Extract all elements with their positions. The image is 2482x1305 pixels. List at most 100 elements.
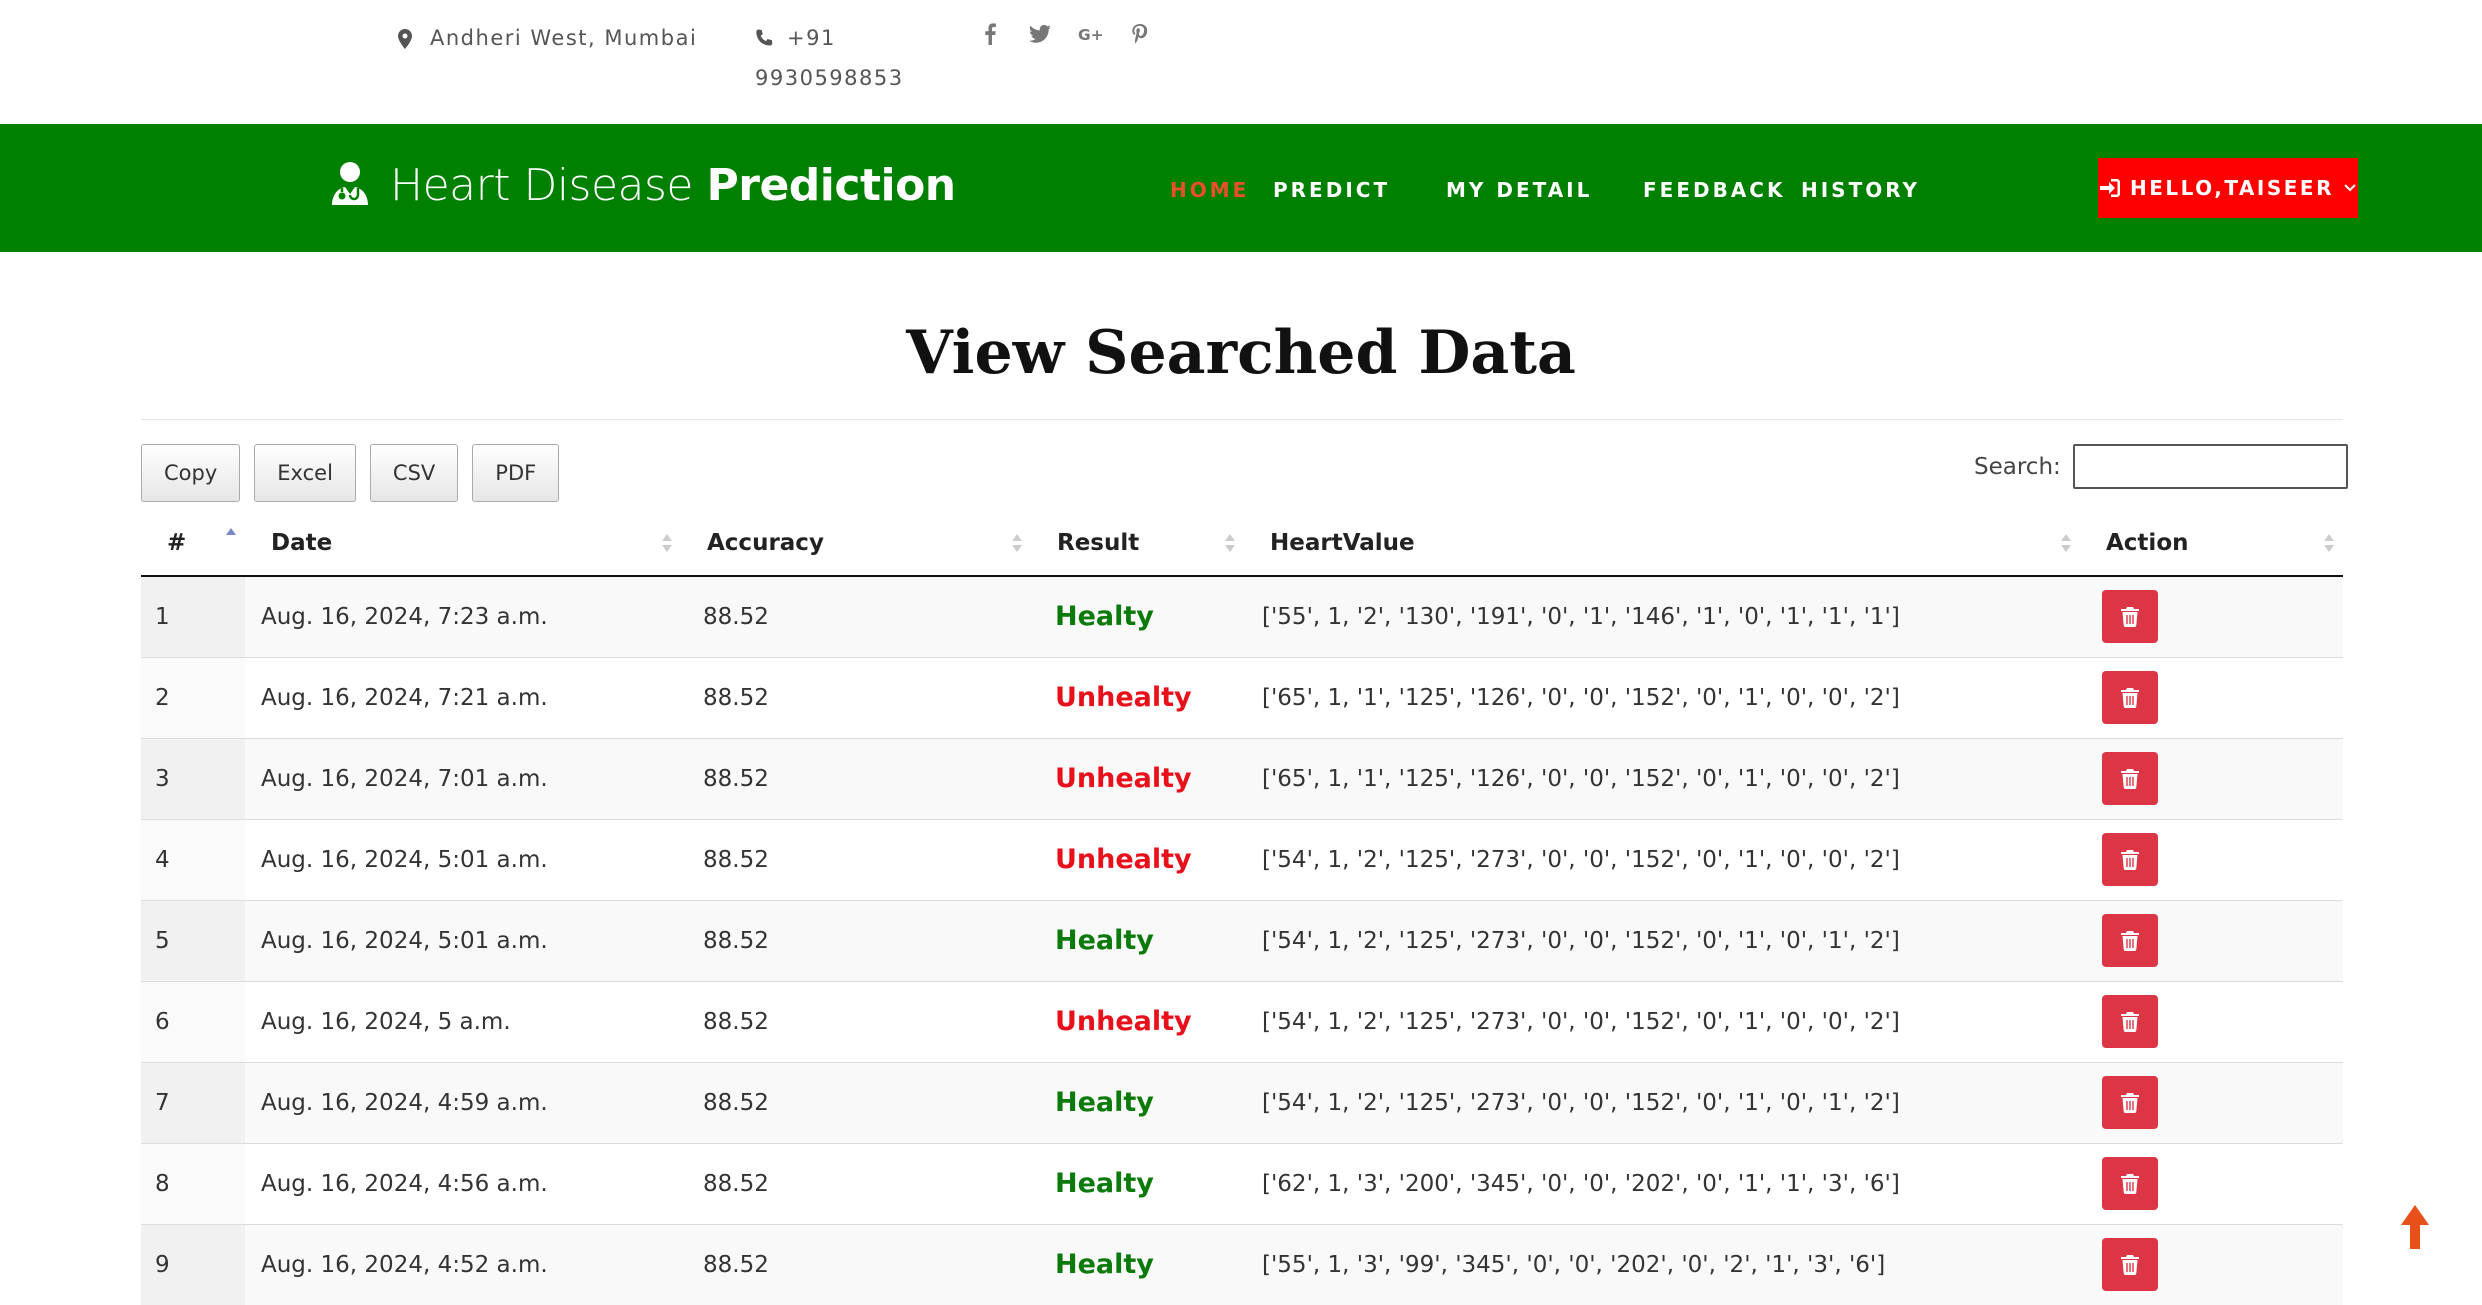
location-info: Andheri West, Mumbai	[398, 26, 697, 51]
nav-link-feedback[interactable]: FEEDBACK	[1643, 178, 1786, 202]
brand-logo[interactable]: Heart Disease Prediction	[330, 160, 956, 211]
page-title: View Searched Data	[906, 318, 1576, 388]
sort-both-icon	[2324, 534, 2334, 552]
column-header-action[interactable]: Action	[2080, 510, 2343, 577]
scroll-to-top-button[interactable]	[2398, 1203, 2432, 1251]
delete-button[interactable]	[2102, 590, 2158, 644]
column-header-label: HeartValue	[1270, 529, 1415, 556]
delete-button[interactable]	[2102, 833, 2158, 886]
export-buttons: Copy Excel CSV PDF	[141, 444, 560, 502]
row-date: Aug. 16, 2024, 5:01 a.m.	[245, 900, 681, 982]
trash-icon	[2121, 1254, 2139, 1275]
delete-button[interactable]	[2102, 995, 2158, 1048]
table-row: 8 Aug. 16, 2024, 4:56 a.m. 88.52 Healty ['62…	[141, 1143, 2343, 1225]
table-row: 1 Aug. 16, 2024, 7:23 a.m. 88.52 Healty ['55…	[141, 576, 2343, 658]
row-heartvalue: ['62', 1, '3', '200', '345', '0', '0', '…	[1244, 1143, 2080, 1225]
trash-icon	[2121, 768, 2139, 789]
result-badge: Healty	[1055, 1249, 1154, 1280]
column-header-accuracy[interactable]: Accuracy	[681, 510, 1031, 577]
row-accuracy: 88.52	[681, 1062, 1031, 1144]
delete-button[interactable]	[2102, 1238, 2158, 1291]
table-row: 6 Aug. 16, 2024, 5 a.m. 88.52 Unhealty ['54'…	[141, 981, 2343, 1063]
row-date: Aug. 16, 2024, 7:01 a.m.	[245, 738, 681, 820]
column-header-label: #	[167, 529, 187, 556]
result-badge: Healty	[1055, 1087, 1154, 1118]
delete-button[interactable]	[2102, 752, 2158, 805]
row-heartvalue: ['65', 1, '1', '125', '126', '0', '0', '…	[1244, 738, 2080, 820]
row-date: Aug. 16, 2024, 7:23 a.m.	[245, 576, 681, 658]
row-accuracy: 88.52	[681, 657, 1031, 739]
delete-button[interactable]	[2102, 1076, 2158, 1129]
search-input[interactable]	[2072, 444, 2348, 489]
nav-link-my-detail[interactable]: MY DETAIL	[1446, 178, 1592, 202]
copy-button[interactable]: Copy	[141, 444, 241, 502]
result-badge: Healty	[1055, 925, 1154, 956]
user-menu-button[interactable]: HELLO,TAISEER	[2098, 158, 2358, 218]
twitter-icon[interactable]	[1028, 22, 1052, 46]
column-header-date[interactable]: Date	[245, 510, 681, 577]
row-accuracy: 88.52	[681, 900, 1031, 982]
result-badge: Unhealty	[1055, 682, 1192, 713]
row-action	[2080, 738, 2343, 820]
nav-link-predict[interactable]: PREDICT	[1273, 178, 1390, 202]
svg-text:G+: G+	[1078, 26, 1102, 43]
row-result: Healty	[1031, 576, 1244, 658]
searched-data-table: # Date Accuracy Result HeartValue Action…	[141, 510, 2343, 1305]
trash-icon	[2121, 930, 2139, 951]
row-action	[2080, 1224, 2343, 1305]
nav-link-home[interactable]: HOME	[1170, 178, 1249, 202]
row-heartvalue: ['54', 1, '2', '125', '273', '0', '0', '…	[1244, 900, 2080, 982]
row-result: Healty	[1031, 900, 1244, 982]
row-accuracy: 88.52	[681, 1143, 1031, 1225]
trash-icon	[2121, 1011, 2139, 1032]
sort-both-icon	[1225, 534, 1235, 552]
sort-both-icon	[2061, 534, 2071, 552]
doctor-icon	[330, 161, 374, 211]
row-result: Healty	[1031, 1062, 1244, 1144]
brand-title-light: Heart Disease	[390, 160, 707, 211]
pinterest-icon[interactable]	[1128, 22, 1152, 46]
google-plus-icon[interactable]: G+	[1078, 22, 1102, 46]
pdf-button[interactable]: PDF	[472, 444, 560, 502]
row-action	[2080, 900, 2343, 982]
phone-line-1: +91	[787, 26, 836, 50]
map-marker-icon	[398, 29, 416, 51]
row-heartvalue: ['54', 1, '2', '125', '273', '0', '0', '…	[1244, 819, 2080, 901]
row-heartvalue: ['54', 1, '2', '125', '273', '0', '0', '…	[1244, 1062, 2080, 1144]
row-number: 8	[141, 1143, 245, 1225]
row-heartvalue: ['55', 1, '3', '99', '345', '0', '0', '2…	[1244, 1224, 2080, 1305]
excel-button[interactable]: Excel	[254, 444, 356, 502]
row-number: 7	[141, 1062, 245, 1144]
column-header-label: Result	[1057, 529, 1140, 556]
table-row: 9 Aug. 16, 2024, 4:52 a.m. 88.52 Healty ['55…	[141, 1224, 2343, 1305]
row-number: 1	[141, 576, 245, 658]
result-badge: Unhealty	[1055, 1006, 1192, 1037]
row-result: Unhealty	[1031, 657, 1244, 739]
nav-link-history[interactable]: HISTORY	[1801, 178, 1920, 202]
table-row: 2 Aug. 16, 2024, 7:21 a.m. 88.52 Unhealty ['…	[141, 657, 2343, 739]
delete-button[interactable]	[2102, 1157, 2158, 1210]
user-menu-label: HELLO,TAISEER	[2130, 176, 2334, 200]
sort-both-icon	[1012, 534, 1022, 552]
column-header-result[interactable]: Result	[1031, 510, 1244, 577]
delete-button[interactable]	[2102, 671, 2158, 724]
top-contact-bar: Andheri West, Mumbai +91 9930598853 G+	[0, 0, 2482, 124]
trash-icon	[2121, 1092, 2139, 1113]
row-result: Healty	[1031, 1143, 1244, 1225]
location-text: Andheri West, Mumbai	[430, 26, 698, 50]
row-number: 3	[141, 738, 245, 820]
row-action	[2080, 981, 2343, 1063]
row-number: 2	[141, 657, 245, 739]
csv-button[interactable]: CSV	[369, 444, 459, 502]
row-accuracy: 88.52	[681, 738, 1031, 820]
row-number: 5	[141, 900, 245, 982]
row-date: Aug. 16, 2024, 5 a.m.	[245, 981, 681, 1063]
row-accuracy: 88.52	[681, 576, 1031, 658]
arrow-up-icon	[2401, 1205, 2429, 1249]
column-header-number[interactable]: #	[141, 510, 245, 577]
row-date: Aug. 16, 2024, 4:59 a.m.	[245, 1062, 681, 1144]
facebook-icon[interactable]	[978, 22, 1002, 46]
column-header-heartvalue[interactable]: HeartValue	[1244, 510, 2080, 577]
delete-button[interactable]	[2102, 914, 2158, 967]
search-label: Search:	[1974, 453, 2061, 480]
